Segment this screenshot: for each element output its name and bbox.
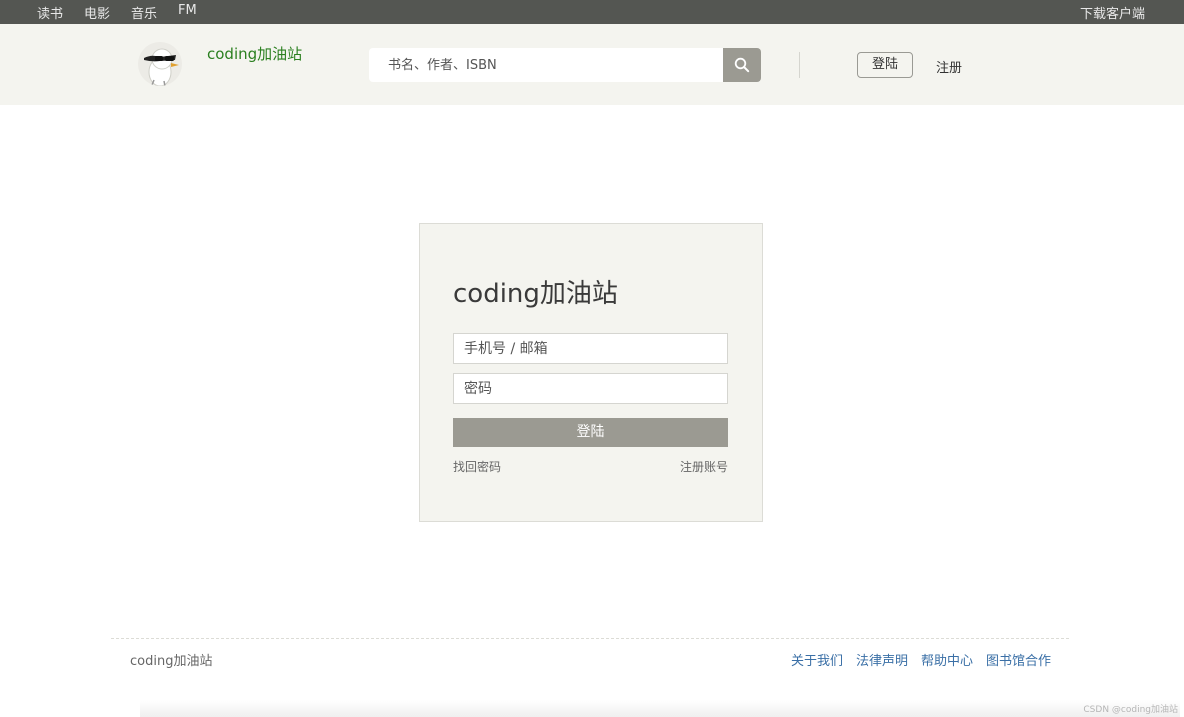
duck-with-sunglasses-icon: [144, 48, 179, 86]
password-input[interactable]: [453, 373, 728, 404]
nav-link-fm[interactable]: FM: [178, 3, 197, 18]
download-client-link[interactable]: 下载客户端: [1080, 3, 1145, 22]
footer-brand: coding加油站: [130, 654, 213, 669]
top-nav-bar: 读书 电影 音乐 FM 下载客户端: [0, 0, 1184, 24]
header-divider: [799, 52, 800, 78]
footer-link-library[interactable]: 图书馆合作: [986, 650, 1051, 669]
search-button[interactable]: [723, 48, 761, 82]
nav-link-music[interactable]: 音乐: [131, 3, 157, 22]
site-header: coding加油站 登陆 注册: [0, 24, 1184, 105]
register-account-link[interactable]: 注册账号: [680, 458, 728, 475]
login-submit-button[interactable]: 登陆: [453, 418, 728, 447]
watermark: CSDN @coding加油站: [1083, 705, 1178, 715]
brand-name[interactable]: coding加油站: [207, 43, 302, 64]
login-card: coding加油站 登陆 找回密码 注册账号: [419, 223, 763, 522]
footer-link-help[interactable]: 帮助中心: [921, 650, 973, 669]
header-login-button[interactable]: 登陆: [857, 52, 913, 78]
login-card-title: coding加油站: [453, 279, 618, 309]
search-bar: [369, 48, 761, 82]
nav-link-reading[interactable]: 读书: [37, 3, 63, 22]
nav-link-movies[interactable]: 电影: [84, 3, 110, 22]
footer-link-about[interactable]: 关于我们: [791, 650, 843, 669]
search-icon: [734, 57, 750, 73]
footer-links: 关于我们 法律声明 帮助中心 图书馆合作: [791, 650, 1051, 669]
forgot-password-link[interactable]: 找回密码: [453, 458, 501, 475]
footer-divider: [111, 638, 1069, 639]
account-input[interactable]: [453, 333, 728, 364]
header-register-link[interactable]: 注册: [936, 57, 962, 76]
search-input[interactable]: [369, 48, 723, 82]
footer-link-legal[interactable]: 法律声明: [856, 650, 908, 669]
logo-avatar[interactable]: [138, 42, 182, 86]
bottom-shadow: [140, 700, 1180, 717]
